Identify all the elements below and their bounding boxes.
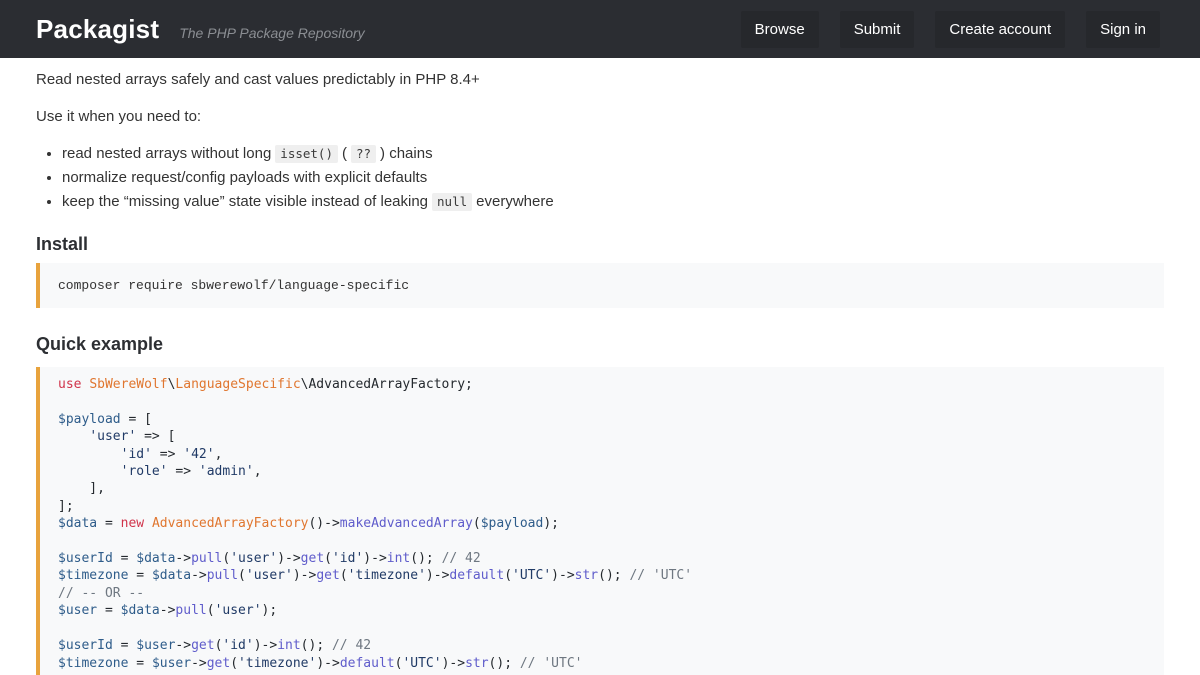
readme-content: Read nested arrays safely and cast value…	[0, 58, 1200, 675]
install-command: composer require sbwerewolf/language-spe…	[58, 278, 409, 293]
code-line: $timezone = $data->pull('user')->get('ti…	[58, 567, 1146, 584]
code-line: 'role' => 'admin',	[58, 463, 1146, 480]
install-heading: Install	[36, 232, 1164, 256]
code-line: $userId = $user->get('id')->int(); // 42	[58, 637, 1146, 654]
code-line: 'id' => '42',	[58, 446, 1146, 463]
inline-code: isset()	[275, 145, 338, 163]
intro-paragraph: Read nested arrays safely and cast value…	[36, 69, 1164, 91]
code-line: $payload = [	[58, 411, 1146, 428]
inline-code: null	[432, 193, 472, 211]
list-item: read nested arrays without longisset()(?…	[62, 143, 1164, 164]
use-when-paragraph: Use it when you need to:	[36, 106, 1164, 128]
site-tagline: The PHP Package Repository	[179, 25, 364, 41]
code-line	[58, 620, 1146, 637]
quick-example-heading: Quick example	[36, 332, 1164, 356]
list-item: keep the “missing value” state visible i…	[62, 191, 1164, 212]
brand-area: Packagist The PHP Package Repository	[36, 14, 720, 45]
nav-create-account[interactable]: Create account	[935, 11, 1065, 48]
bullet-text: everywhere	[476, 193, 554, 210]
packagist-logo[interactable]: Packagist	[36, 14, 159, 45]
code-line	[58, 393, 1146, 410]
bullet-text: keep the “missing value” state visible i…	[62, 193, 428, 210]
quick-example-code-block: use SbWereWolf\LanguageSpecific\Advanced…	[36, 367, 1164, 675]
bullet-text: read nested arrays without long	[62, 145, 271, 162]
code-line	[58, 533, 1146, 550]
code-line: $timezone = $user->get('timezone')->defa…	[58, 655, 1146, 672]
code-line: $user = $data->pull('user');	[58, 602, 1146, 619]
top-nav-bar: Packagist The PHP Package Repository Bro…	[0, 0, 1200, 58]
install-code-block: composer require sbwerewolf/language-spe…	[36, 263, 1164, 308]
nav-browse[interactable]: Browse	[741, 11, 819, 48]
code-line: 'user' => [	[58, 428, 1146, 445]
bullet-text: ) chains	[380, 145, 433, 162]
bullet-text: normalize request/config payloads with e…	[62, 169, 427, 186]
main-nav: Browse Submit Create account Sign in	[720, 11, 1160, 48]
feature-list: read nested arrays without longisset()(?…	[36, 143, 1164, 212]
inline-code: ??	[351, 145, 376, 163]
list-item: normalize request/config payloads with e…	[62, 167, 1164, 188]
code-line: $data = new AdvancedArrayFactory()->make…	[58, 515, 1146, 532]
code-line: // -- OR --	[58, 585, 1146, 602]
code-line: use SbWereWolf\LanguageSpecific\Advanced…	[58, 376, 1146, 393]
code-line: ];	[58, 498, 1146, 515]
nav-submit[interactable]: Submit	[840, 11, 915, 48]
bullet-text: (	[342, 145, 347, 162]
code-line: $userId = $data->pull('user')->get('id')…	[58, 550, 1146, 567]
code-line: ],	[58, 480, 1146, 497]
nav-sign-in[interactable]: Sign in	[1086, 11, 1160, 48]
